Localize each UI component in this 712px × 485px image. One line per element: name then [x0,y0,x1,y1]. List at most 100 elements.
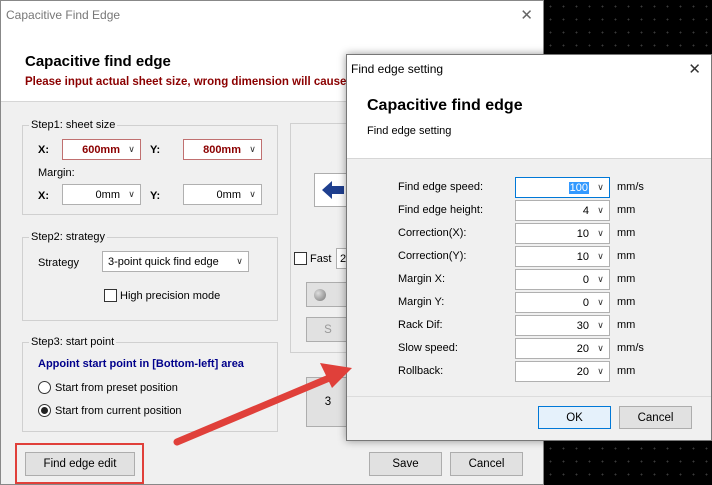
setting-label: Correction(X): [398,227,467,239]
chevron-down-icon[interactable]: ∨ [123,185,140,204]
chevron-down-icon[interactable]: ∨ [123,140,140,159]
chevron-down-icon[interactable]: ∨ [592,339,609,358]
setting-combo[interactable]: 4 ∨ [515,200,610,221]
setting-combo[interactable]: 0 ∨ [515,292,610,313]
setting-unit: mm [617,204,636,216]
dialog-footer: OK Cancel [347,396,711,441]
three-point-button-label: 3 [324,396,332,408]
chevron-down-icon[interactable]: ∨ [592,293,609,312]
margin-y-label: Y: [150,190,161,202]
setting-label: Find edge height: [398,204,484,216]
margin-x-combo[interactable]: 0mm ∨ [62,184,141,205]
close-icon[interactable]: ✕ [688,60,701,78]
sheet-y-combo[interactable]: 800mm ∨ [183,139,262,160]
setting-row: Margin X: 0 ∨ mm [347,269,712,291]
setting-unit: mm [617,227,636,239]
setting-value: 10 [516,228,592,240]
chevron-down-icon[interactable]: ∨ [592,224,609,243]
setting-label: Margin X: [398,273,446,285]
setting-value: 4 [516,205,592,217]
dialog-titlebar: Find edge setting ✕ [347,55,711,83]
margin-label: Margin: [38,167,75,179]
high-precision-checkbox[interactable] [104,289,117,302]
chevron-down-icon[interactable]: ∨ [244,185,261,204]
margin-x-label: X: [38,190,49,202]
chevron-down-icon[interactable]: ∨ [592,178,609,197]
step1-label: Step1: sheet size [29,119,118,131]
setting-value-text: 10 [576,250,589,263]
chevron-down-icon[interactable]: ∨ [592,316,609,335]
step3-label: Step3: start point [29,336,117,348]
fast-checkbox[interactable] [294,252,307,265]
current-position-radio[interactable] [38,404,51,417]
setting-row: Correction(X): 10 ∨ mm [347,223,712,245]
dialog-cancel-label: Cancel [637,411,674,424]
sheet-y-value: 800mm [203,143,241,156]
find-edge-setting-dialog: Find edge setting ✕ Capacitive find edge… [346,54,712,441]
setting-label: Rollback: [398,365,444,377]
setting-value-text: 10 [576,227,589,240]
chevron-down-icon[interactable]: ∨ [592,362,609,381]
setting-combo[interactable]: 30 ∨ [515,315,610,336]
dialog-cancel-button[interactable]: Cancel [619,406,692,429]
setting-value-text: 20 [576,365,589,378]
setting-value-text: 0 [582,273,589,286]
setting-value: 0 [516,297,592,309]
setting-value: 100 [516,181,592,194]
setting-combo[interactable]: 20 ∨ [515,361,610,382]
setting-value: 20 [516,366,592,378]
setting-row: Margin Y: 0 ∨ mm [347,292,712,314]
main-titlebar: Capacitive Find Edge ✕ [1,1,543,29]
ok-label: OK [566,411,583,424]
close-icon[interactable]: ✕ [520,6,533,24]
margin-y-value: 0mm [216,188,241,201]
setting-value: 10 [516,251,592,263]
dialog-subtitle: Find edge setting [367,125,452,137]
high-precision-label: High precision mode [120,290,221,302]
setting-value-text: 0 [582,296,589,309]
setting-combo[interactable]: 20 ∨ [515,338,610,359]
setting-unit: mm [617,365,636,377]
ok-button[interactable]: OK [538,406,611,429]
setting-combo[interactable]: 10 ∨ [515,223,610,244]
dialog-title: Capacitive find edge [367,97,523,114]
preset-position-radio[interactable] [38,381,51,394]
margin-y-combo[interactable]: 0mm ∨ [183,184,262,205]
setting-combo[interactable]: 100 ∨ [515,177,610,198]
setting-combo[interactable]: 10 ∨ [515,246,610,267]
chevron-down-icon[interactable]: ∨ [592,201,609,220]
save-button[interactable]: Save [369,452,442,476]
setting-label: Margin Y: [398,296,445,308]
status-led-icon [314,289,326,301]
setting-unit: mm [617,250,636,262]
setting-value: 0 [516,274,592,286]
strategy-combo[interactable]: 3-point quick find edge ∨ [102,251,249,272]
setting-row: Find edge height: 4 ∨ mm [347,200,712,222]
arrow-left-icon [322,181,344,199]
setting-value-text: 100 [568,181,589,194]
three-point-button[interactable]: 3 [306,377,350,427]
setting-row: Find edge speed: 100 ∨ mm/s [347,177,712,199]
start-button[interactable]: S [306,317,350,342]
margin-x-value: 0mm [95,188,120,201]
setting-unit: mm [617,273,636,285]
setting-combo[interactable]: 0 ∨ [515,269,610,290]
chevron-down-icon[interactable]: ∨ [592,270,609,289]
chevron-down-icon[interactable]: ∨ [231,252,248,271]
setting-label: Slow speed: [398,342,458,354]
current-position-label: Start from current position [55,405,182,417]
setting-value-text: 30 [576,319,589,332]
strategy-label: Strategy [38,257,79,269]
move-left-button[interactable] [314,173,350,207]
main-cancel-button[interactable]: Cancel [450,452,523,476]
chevron-down-icon[interactable]: ∨ [244,140,261,159]
dialog-header: Capacitive find edge Find edge setting [347,83,711,159]
dialog-window-title: Find edge setting [351,62,444,76]
chevron-down-icon[interactable]: ∨ [592,247,609,266]
setting-unit: mm [617,296,636,308]
save-label: Save [392,458,419,470]
setting-label: Find edge speed: [398,181,484,193]
sheet-x-combo[interactable]: 600mm ∨ [62,139,141,160]
indicator-button[interactable] [306,282,350,307]
fast-label: Fast [310,253,332,265]
